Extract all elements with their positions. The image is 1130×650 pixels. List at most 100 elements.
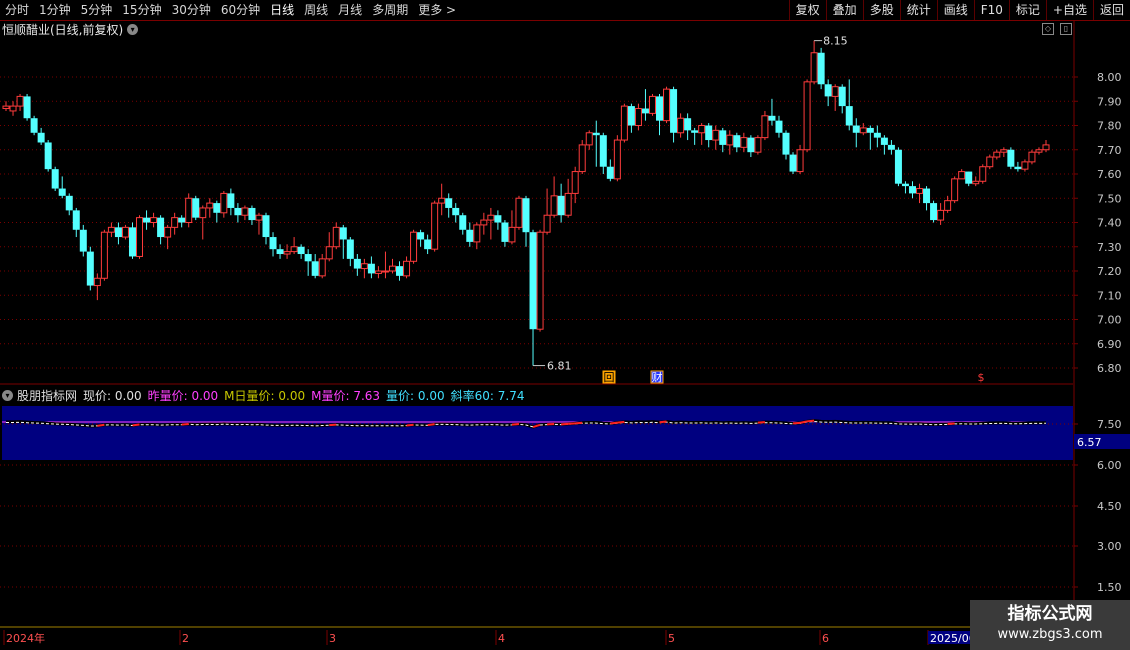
period-tabs: 分时 1分钟 5分钟 15分钟 30分钟 60分钟 日线 周线 月线 多周期 更多 > (0, 0, 461, 20)
toolbar: 分时 1分钟 5分钟 15分钟 30分钟 60分钟 日线 周线 月线 多周期 更多 > 复权 叠加 多股… (0, 0, 1130, 21)
candle-body (789, 154, 797, 172)
candle-body (571, 171, 579, 194)
period-tab[interactable]: 更多 > (413, 0, 461, 20)
toolbar-action-button[interactable]: 统计 (899, 0, 937, 20)
indicator-up-segment (97, 423, 105, 427)
y-tick-label: 7.40 (1097, 217, 1122, 230)
candle-body (213, 203, 221, 213)
indicator-y-tick-label: 7.50 (1097, 418, 1122, 431)
candle-body (16, 95, 24, 107)
indicator-up-segment (427, 423, 435, 427)
candle-body (1007, 149, 1015, 167)
period-tab[interactable]: 60分钟 (216, 0, 265, 20)
toolbar-action-button[interactable]: 返回 (1092, 0, 1130, 20)
candle-body (536, 231, 544, 330)
candle-body (529, 232, 537, 330)
candle-body (1042, 144, 1050, 151)
candle-body (79, 229, 87, 252)
stock-title-row: 恒顺醋业(日线,前复权) ▾ (2, 21, 139, 37)
candle-body (143, 217, 151, 223)
period-tab[interactable]: 15分钟 (117, 0, 166, 20)
candle-body (916, 188, 924, 194)
candle-body (740, 137, 748, 148)
candle-body (923, 188, 931, 204)
candle-body (691, 130, 699, 133)
x-axis-label: 6 (822, 632, 829, 645)
maximize-icon[interactable]: ▯ (1060, 23, 1072, 35)
candle-body (606, 166, 614, 179)
candle-body (775, 120, 783, 133)
y-tick-label: 7.00 (1097, 314, 1122, 327)
candle-body (901, 183, 909, 187)
period-tab[interactable]: 周线 (299, 0, 333, 20)
candle-body (543, 214, 551, 233)
indicator-y-tick-label: 3.00 (1097, 540, 1122, 553)
candle-body (677, 117, 685, 134)
candle-body (705, 125, 713, 141)
y-tick-label: 7.60 (1097, 168, 1122, 181)
candle-body (452, 207, 460, 216)
candle-body (65, 195, 73, 211)
period-tab[interactable]: 日线 (265, 0, 299, 20)
candle-body (866, 127, 874, 133)
toolbar-action-button[interactable]: 复权 (788, 0, 826, 20)
candle-body (761, 115, 769, 139)
toolbar-action-button[interactable]: 叠加 (825, 0, 863, 20)
candle-body (417, 232, 425, 240)
period-tab[interactable]: 1分钟 (34, 0, 76, 20)
period-tab[interactable]: 5分钟 (76, 0, 118, 20)
toolbar-action-button[interactable]: 标记 (1008, 0, 1046, 20)
toolbar-action-button[interactable]: 画线 (936, 0, 974, 20)
candle-body (199, 207, 207, 219)
period-tab[interactable]: 分时 (0, 0, 34, 20)
candle-body (346, 239, 354, 259)
period-tab[interactable]: 月线 (333, 0, 367, 20)
candle-body (494, 215, 502, 223)
candle-body (374, 270, 382, 274)
period-tab[interactable]: 30分钟 (167, 0, 216, 20)
indicator-field: M量价: 7.63 (311, 388, 381, 403)
chevron-down-icon[interactable]: ▾ (127, 23, 139, 35)
indicator-field: 斜率60: 7.74 (450, 388, 525, 403)
candle-body (318, 258, 326, 277)
chevron-down-icon[interactable]: ▾ (2, 389, 13, 401)
candle-body (656, 96, 664, 121)
candle-body (93, 277, 101, 287)
y-tick-label: 7.10 (1097, 289, 1122, 302)
y-tick-label: 6.80 (1097, 362, 1122, 375)
candle-body (754, 137, 762, 153)
toolbar-actions: 复权 叠加 多股 统计 画线 F10 标记 +自选 返回 (788, 0, 1130, 20)
kline-chart[interactable]: 8.00 7.90 7.80 7.70 7.60 7.50 7.40 7.30 7.20 7.10… (0, 20, 1130, 650)
indicator-up-segment (659, 420, 667, 424)
candle-body (641, 108, 649, 114)
candle-body (255, 214, 263, 221)
candle-body (23, 96, 31, 119)
candle-body (311, 261, 319, 276)
y-tick-label: 7.70 (1097, 144, 1122, 157)
candle-body (171, 217, 179, 228)
indicator-name[interactable]: 股朋指标网 (17, 387, 77, 404)
toolbar-action-button[interactable]: 多股 (862, 0, 900, 20)
candle-body (396, 266, 404, 276)
candle-body (1014, 166, 1022, 170)
candle-body (522, 198, 530, 233)
candle-body (663, 88, 671, 122)
candle-body (459, 215, 467, 230)
indicator-up-segment (132, 423, 140, 427)
watermark: 指标公式网 www.zbgs3.com (970, 600, 1130, 650)
high-label: 8.15 (823, 35, 848, 48)
diamond-icon[interactable]: ◇ (1042, 23, 1054, 35)
toolbar-action-button[interactable]: +自选 (1045, 0, 1093, 20)
period-tab[interactable]: 多周期 (367, 0, 413, 20)
candle-body (859, 127, 867, 134)
candle-body (937, 209, 945, 221)
indicator-up-segment (561, 422, 569, 426)
candle-body (72, 210, 80, 230)
indicator-header: ▾ 股朋指标网 现价: 0.00 昨量价: 0.00 M日量价: 0.00 M量价: … (2, 387, 530, 403)
indicator-up-segment (568, 422, 576, 425)
candle-body (585, 132, 593, 146)
toolbar-action-button[interactable]: F10 (973, 0, 1009, 20)
indicator-field: 昨量价: 0.00 (147, 388, 219, 403)
candle-body (276, 249, 284, 255)
candle-body (403, 260, 411, 277)
